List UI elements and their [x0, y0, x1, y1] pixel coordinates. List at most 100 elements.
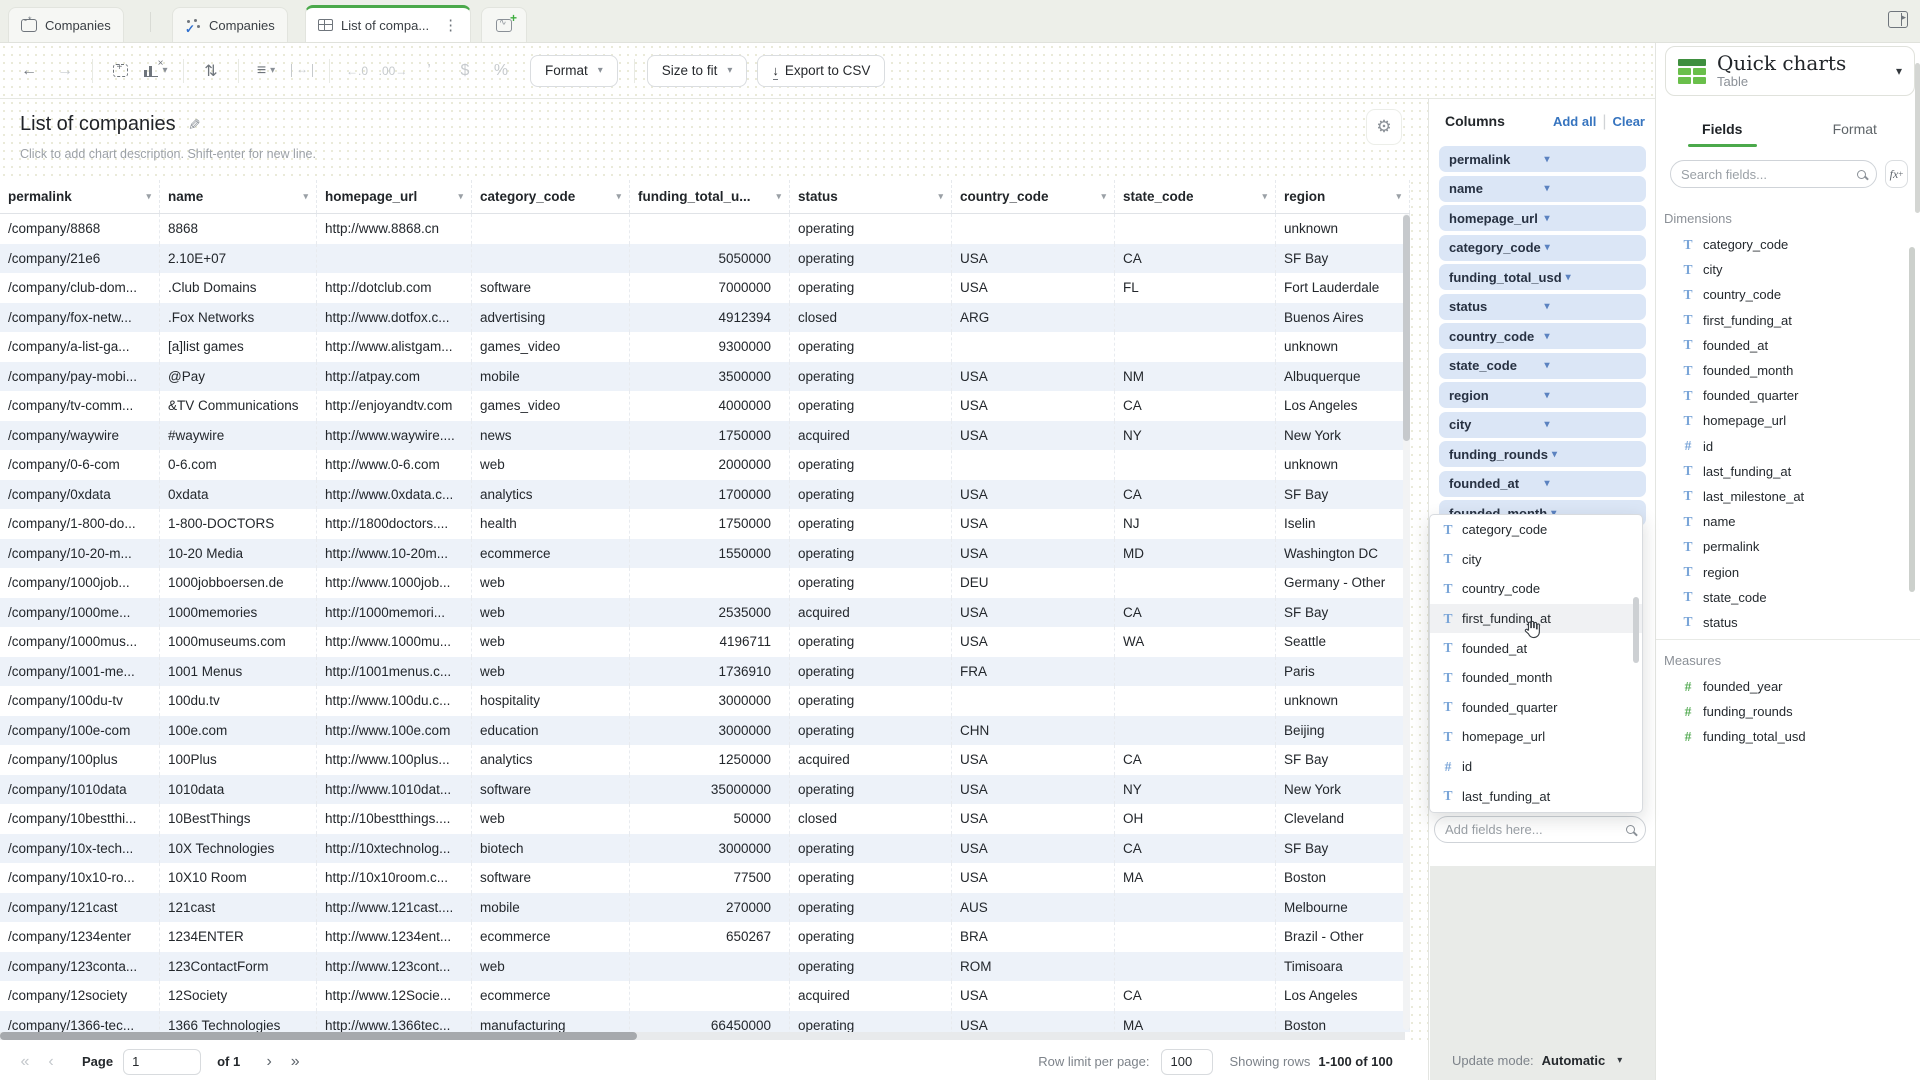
column-header-state_code[interactable]: state_code ▾ [1115, 180, 1276, 213]
dropdown-item-founded_quarter[interactable]: Tfounded_quarter [1430, 693, 1642, 723]
field-item-category_code[interactable]: Tcategory_code [1664, 232, 1908, 257]
first-page-icon[interactable]: « [12, 1053, 38, 1071]
decimal-increase-icon[interactable]: .00→ [378, 56, 408, 86]
field-item-state_code[interactable]: Tstate_code [1664, 585, 1908, 610]
dropdown-item-homepage_url[interactable]: Thomepage_url [1430, 722, 1642, 752]
table-cell: 100du.tv [160, 686, 317, 716]
duplicate-icon[interactable] [105, 56, 135, 86]
tab-companies-dashboard[interactable]: Companies [8, 7, 124, 42]
remove-chart-icon[interactable]: ▾ [141, 56, 171, 86]
column-header-name[interactable]: name ▾ [160, 180, 317, 213]
row-limit-input[interactable] [1161, 1048, 1214, 1075]
column-header-permalink[interactable]: permalink ▾ [0, 180, 160, 213]
search-fields-input[interactable] [1681, 166, 1857, 182]
column-chip-permalink[interactable]: permalink ▾ [1439, 146, 1646, 172]
last-page-icon[interactable]: » [282, 1053, 308, 1071]
field-item-city[interactable]: Tcity [1664, 257, 1908, 282]
tab-companies-scatter[interactable]: ✓ Companies [172, 7, 288, 42]
tab-list-of-companies[interactable]: List of compa... ⋮ [305, 5, 472, 42]
align-icon[interactable]: ≡ ▾ [251, 56, 281, 86]
tab-fields[interactable]: Fields [1656, 113, 1789, 147]
page-input[interactable] [123, 1048, 202, 1075]
field-item-status[interactable]: Tstatus [1664, 610, 1908, 635]
number-field-icon: # [1684, 703, 1692, 719]
column-chip-funding_total_usd[interactable]: funding_total_usd ▾ [1439, 264, 1646, 290]
field-item-funding_total_usd[interactable]: # funding_total_usd [1664, 724, 1908, 749]
column-header-region[interactable]: region ▾ [1276, 180, 1410, 213]
dropdown-item-last_funding_at[interactable]: Tlast_funding_at [1430, 781, 1642, 811]
sort-icon[interactable]: ⇅ [196, 56, 226, 86]
field-item-id[interactable]: # id [1664, 434, 1908, 459]
add-formula-button[interactable]: fx + [1885, 160, 1908, 188]
dropdown-item-id[interactable]: # id [1430, 752, 1642, 782]
table-horizontal-scrollbar-thumb[interactable] [0, 1032, 637, 1040]
dropdown-scrollbar-thumb[interactable] [1633, 597, 1639, 663]
table-cell: education [472, 715, 630, 745]
field-item-last_milestone_at[interactable]: Tlast_milestone_at [1664, 484, 1908, 509]
column-header-funding_total_u...[interactable]: funding_total_u... ▾ [630, 180, 790, 213]
column-chip-state_code[interactable]: state_code ▾ [1439, 352, 1646, 379]
decimal-decrease-icon[interactable]: ←.0 [342, 56, 372, 86]
edit-pencil-icon[interactable]: ✎ [188, 116, 201, 134]
field-item-first_funding_at[interactable]: Tfirst_funding_at [1664, 308, 1908, 333]
dimensions-scrollbar-thumb[interactable] [1909, 247, 1915, 592]
field-item-region[interactable]: Tregion [1664, 559, 1908, 584]
field-item-founded_at[interactable]: Tfounded_at [1664, 333, 1908, 358]
percent-icon[interactable]: % [486, 56, 516, 86]
column-chip-funding_rounds[interactable]: funding_rounds ▾ [1439, 441, 1646, 467]
tab-format[interactable]: Format [1789, 113, 1920, 147]
column-chip-city[interactable]: city ▾ [1439, 411, 1646, 438]
field-item-permalink[interactable]: Tpermalink [1664, 534, 1908, 559]
table-cell: http://www.1234ent... [317, 922, 472, 952]
column-header-status[interactable]: status ▾ [790, 180, 952, 213]
column-chip-name[interactable]: name ▾ [1439, 175, 1646, 202]
panel-scrollbar-thumb[interactable] [1915, 63, 1920, 213]
field-item-founded_quarter[interactable]: Tfounded_quarter [1664, 383, 1908, 408]
column-chip-founded_at[interactable]: founded_at ▾ [1439, 470, 1646, 497]
prev-page-icon[interactable]: ‹ [38, 1053, 64, 1071]
dropdown-item-city[interactable]: Tcity [1430, 545, 1642, 575]
column-header-country_code[interactable]: country_code ▾ [952, 180, 1115, 213]
tab-menu-icon[interactable]: ⋮ [443, 16, 458, 34]
clear-link[interactable]: Clear [1612, 114, 1645, 129]
next-page-icon[interactable]: › [256, 1053, 282, 1071]
column-chip-homepage_url[interactable]: homepage_url ▾ [1439, 205, 1646, 231]
currency-icon[interactable]: $ [450, 56, 480, 86]
size-to-fit-button[interactable]: Size to fit ▾ [646, 54, 748, 87]
field-item-homepage_url[interactable]: Thomepage_url [1664, 408, 1908, 433]
format-button[interactable]: Format ▾ [530, 54, 618, 87]
update-mode-value[interactable]: Automatic [1542, 1053, 1606, 1068]
add-all-link[interactable]: Add all [1553, 114, 1596, 129]
table-cell: 5050000 [630, 243, 790, 273]
column-chip-category_code[interactable]: category_code ▾ [1439, 234, 1646, 261]
field-item-country_code[interactable]: Tcountry_code [1664, 282, 1908, 307]
field-item-last_funding_at[interactable]: Tlast_funding_at [1664, 459, 1908, 484]
field-item-founded_month[interactable]: Tfounded_month [1664, 358, 1908, 383]
redo-arrow-icon[interactable]: → [50, 56, 80, 86]
column-header-category_code[interactable]: category_code ▾ [472, 180, 630, 213]
table-cell: web [472, 804, 630, 834]
wrap-text-icon[interactable]: ↔ [287, 56, 317, 86]
field-item-founded_year[interactable]: # founded_year [1664, 674, 1908, 699]
column-header-homepage_url[interactable]: homepage_url ▾ [317, 180, 472, 213]
thousands-separator-icon[interactable]: ’ [414, 56, 444, 86]
chart-type-selector[interactable]: Quick charts Table ▾ [1665, 46, 1915, 96]
dropdown-item-founded_month[interactable]: Tfounded_month [1430, 663, 1642, 693]
dropdown-item-category_code[interactable]: Tcategory_code [1430, 515, 1642, 545]
table-vertical-scrollbar-thumb[interactable] [1403, 215, 1410, 441]
add-fields-input[interactable] [1445, 822, 1626, 837]
field-item-name[interactable]: Tname [1664, 509, 1908, 534]
table-cell: /company/1000job... [0, 568, 160, 598]
dropdown-item-country_code[interactable]: Tcountry_code [1430, 574, 1642, 604]
column-chip-country_code[interactable]: country_code ▾ [1439, 323, 1646, 349]
export-csv-button[interactable]: ↓ Export to CSV [757, 54, 886, 87]
column-chip-status[interactable]: status ▾ [1439, 293, 1646, 320]
collapse-panel-icon[interactable] [1888, 11, 1908, 28]
gear-icon[interactable]: ⚙ [1366, 109, 1402, 145]
table-cell [1115, 715, 1276, 745]
field-item-funding_rounds[interactable]: # funding_rounds [1664, 699, 1908, 724]
chart-description-placeholder[interactable]: Click to add chart description. Shift-en… [20, 147, 316, 161]
undo-arrow-icon[interactable]: ← [14, 56, 44, 86]
new-chart-tab-button[interactable] [481, 7, 527, 42]
column-chip-region[interactable]: region ▾ [1439, 382, 1646, 408]
